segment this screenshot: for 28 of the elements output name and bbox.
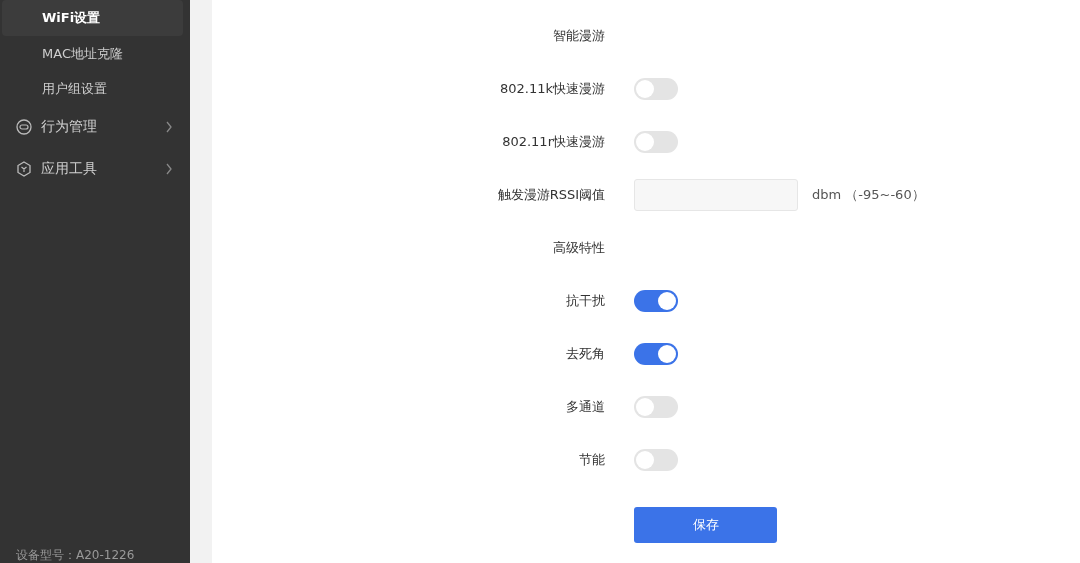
sidebar-group[interactable]: 应用工具 xyxy=(41,160,165,178)
section-heading: 高级特性 xyxy=(552,239,606,257)
capsule-icon xyxy=(16,119,32,135)
field-label: 节能 xyxy=(578,451,606,469)
toggle-switch[interactable] xyxy=(634,343,678,365)
section-heading: 智能漫游 xyxy=(552,27,606,45)
field-label: 多通道 xyxy=(565,398,606,416)
chevron-icon[interactable] xyxy=(165,121,173,133)
hexagon-icon xyxy=(16,161,32,177)
toggle-switch[interactable] xyxy=(634,131,678,153)
toggle-switch[interactable] xyxy=(634,78,678,100)
field-label: 802.11r快速漫游 xyxy=(501,133,606,151)
field-label: 去死角 xyxy=(565,345,606,363)
toggle-switch[interactable] xyxy=(634,449,678,471)
input-field[interactable] xyxy=(634,179,798,211)
field-label: 触发漫游RSSI阈值 xyxy=(496,186,606,204)
save-button[interactable]: 保存 xyxy=(634,506,777,543)
device-model: 设备型号：A20-1226 xyxy=(15,547,136,563)
sidebar-item[interactable]: 用户组设置 xyxy=(2,71,183,106)
toggle-switch[interactable] xyxy=(634,396,678,418)
chevron-icon[interactable] xyxy=(165,163,173,175)
field-label: 802.11k快速漫游 xyxy=(499,80,606,98)
sidebar-item[interactable]: MAC地址克隆 xyxy=(2,36,183,71)
field-label: 抗干扰 xyxy=(565,292,606,310)
toggle-switch[interactable] xyxy=(634,290,678,312)
sidebar-item[interactable]: WiFi设置 xyxy=(2,0,183,36)
unit-hint: dbm （-95~-60） xyxy=(812,186,925,204)
sidebar-group[interactable]: 行为管理 xyxy=(41,118,165,136)
